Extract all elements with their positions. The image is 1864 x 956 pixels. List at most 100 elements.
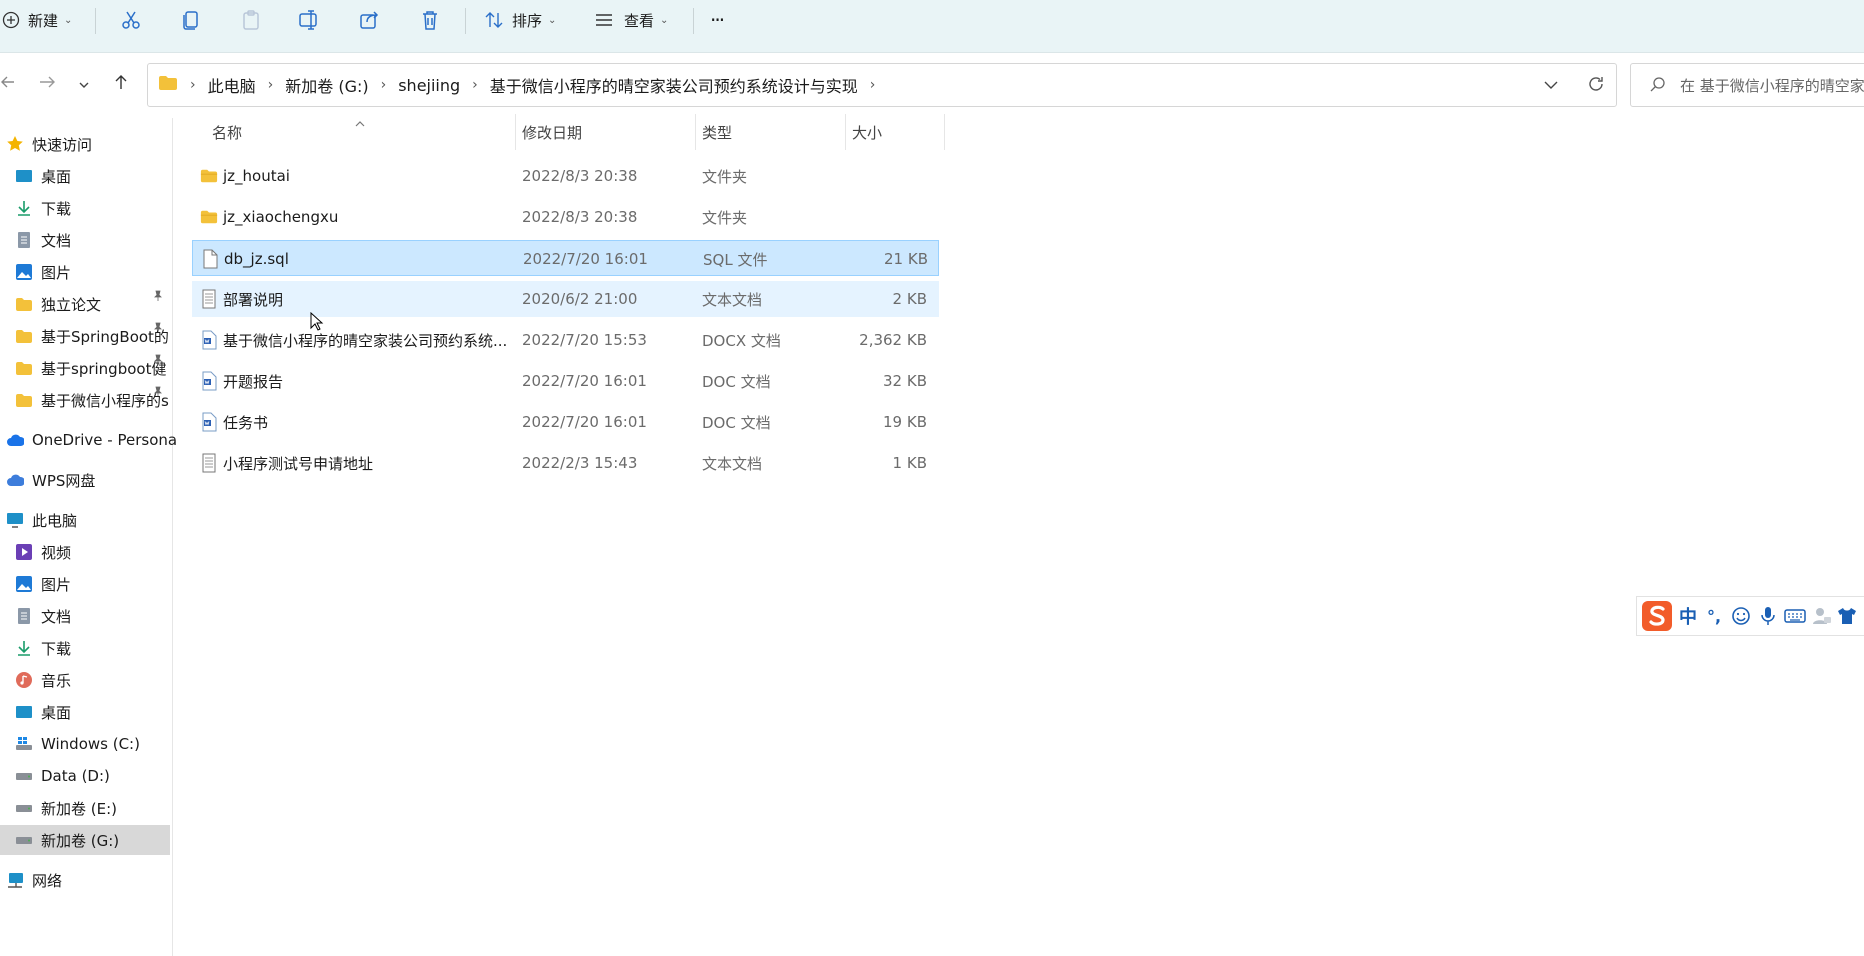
sogou-logo-icon[interactable]	[1639, 599, 1675, 633]
windows-drive-icon	[15, 735, 33, 753]
file-row[interactable]: 部署说明 2020/6/2 21:00 文本文档 2 KB	[192, 281, 939, 317]
search-box[interactable]: 在 基于微信小程序的晴空家装...	[1630, 63, 1864, 107]
rename-button[interactable]	[298, 0, 320, 40]
file-row[interactable]: jz_houtai 2022/8/3 20:38 文件夹	[192, 158, 939, 194]
sidebar-item-label: Data (D:)	[41, 767, 110, 785]
file-row[interactable]: jz_xiaochengxu 2022/8/3 20:38 文件夹	[192, 199, 939, 235]
file-name: 开题报告	[223, 372, 284, 391]
emoji-icon[interactable]	[1727, 606, 1755, 626]
breadcrumb-project-folder[interactable]: 基于微信小程序的晴空家装公司预约系统设计与实现	[490, 73, 858, 97]
sidebar-item-music[interactable]: 音乐	[15, 665, 185, 695]
new-button[interactable]: 新建 ⌄	[2, 0, 72, 40]
pictures-icon	[15, 575, 33, 593]
command-bar: 新建 ⌄ 排序 ⌄ 查看 ⌄ ···	[0, 0, 1864, 53]
sidebar-item-documents[interactable]: 文档	[15, 225, 185, 255]
address-history-dropdown[interactable]	[1543, 77, 1559, 96]
sidebar-item-drive-e[interactable]: 新加卷 (E:)	[15, 793, 185, 823]
computer-icon	[6, 511, 24, 529]
toolbar-divider	[95, 8, 96, 34]
sidebar-item-videos[interactable]: 视频	[15, 537, 185, 567]
sidebar-item-pictures[interactable]: 图片	[15, 257, 185, 287]
delete-button[interactable]	[419, 0, 441, 40]
sidebar-item-downloads[interactable]: 下载	[15, 633, 185, 663]
sidebar-item-folder[interactable]: 基于SpringBoot的	[15, 321, 185, 351]
videos-icon	[15, 543, 33, 561]
file-date: 2022/2/3 15:43	[522, 454, 638, 472]
sidebar-item-label: 视频	[41, 543, 72, 562]
more-options-button[interactable]: ···	[710, 0, 725, 40]
forward-button[interactable]	[36, 70, 58, 98]
column-header-type[interactable]: 类型	[702, 122, 732, 143]
column-divider[interactable]	[845, 114, 846, 150]
file-row[interactable]: 小程序测试号申请地址 2022/2/3 15:43 文本文档 1 KB	[192, 445, 939, 481]
ime-language-toggle[interactable]: 中	[1675, 603, 1701, 629]
ime-punctuation-toggle[interactable]: °,	[1701, 607, 1727, 626]
breadcrumb-this-pc[interactable]: 此电脑	[208, 73, 256, 97]
sidebar-item-label: 桌面	[41, 167, 72, 186]
file-row[interactable]: db_jz.sql 2022/7/20 16:01 SQL 文件 21 KB	[192, 240, 939, 276]
ime-toolbar: 中 °,	[1636, 596, 1864, 636]
sidebar-item-desktop[interactable]: 桌面	[15, 697, 185, 727]
file-name: db_jz.sql	[224, 250, 289, 268]
documents-icon	[15, 231, 33, 249]
text-file-icon	[200, 289, 218, 309]
keyboard-icon[interactable]	[1781, 608, 1809, 624]
sidebar-item-pictures[interactable]: 图片	[15, 569, 185, 599]
column-divider[interactable]	[695, 114, 696, 150]
file-size	[832, 158, 927, 194]
sidebar-item-documents[interactable]: 文档	[15, 601, 185, 631]
chevron-down-icon: ⌄	[64, 14, 73, 26]
sidebar-item-drive-g[interactable]: 新加卷 (G:)	[0, 825, 170, 855]
rename-icon	[298, 9, 320, 31]
paste-button[interactable]	[240, 0, 262, 40]
breadcrumb-chevron-icon: ›	[380, 77, 387, 93]
sidebar-item-onedrive[interactable]: OneDrive - Persona	[6, 425, 176, 455]
file-row[interactable]: 开题报告 2022/7/20 16:01 DOC 文档 32 KB	[192, 363, 939, 399]
sidebar-item-label: Windows (C:)	[41, 735, 140, 753]
sidebar-item-drive-d[interactable]: Data (D:)	[15, 761, 185, 791]
sidebar-item-folder[interactable]: 独立论文	[15, 289, 185, 319]
sidebar-item-downloads[interactable]: 下载	[15, 193, 185, 223]
sidebar-item-folder[interactable]: 基于微信小程序的s	[15, 385, 185, 415]
sidebar-item-drive-c[interactable]: Windows (C:)	[15, 729, 185, 759]
column-divider[interactable]	[515, 114, 516, 150]
view-button[interactable]: 查看 ⌄	[594, 0, 668, 40]
sidebar-item-folder[interactable]: 基于springboot健	[15, 353, 185, 383]
microphone-icon[interactable]	[1755, 606, 1781, 626]
sidebar-item-network[interactable]: 网络	[6, 865, 176, 895]
back-button[interactable]	[0, 70, 14, 98]
folder-icon	[158, 75, 178, 95]
file-type: DOC 文档	[702, 372, 771, 391]
column-header-date[interactable]: 修改日期	[522, 122, 582, 143]
sidebar-item-this-pc[interactable]: 此电脑	[6, 505, 176, 535]
column-header-name[interactable]: 名称	[212, 122, 242, 143]
file-size: 2,362 KB	[859, 331, 927, 349]
documents-icon	[15, 607, 33, 625]
sidebar-item-label: 基于SpringBoot的	[41, 327, 169, 346]
sidebar-item-quick-access[interactable]: 快速访问	[6, 129, 176, 159]
user-skin-icon[interactable]	[1809, 606, 1835, 626]
sidebar-item-wps[interactable]: WPS网盘	[6, 465, 176, 495]
sidebar-item-label: 图片	[41, 263, 72, 282]
recent-locations-button[interactable]	[76, 70, 92, 98]
breadcrumb-drive-g[interactable]: 新加卷 (G:)	[285, 73, 368, 97]
sort-button[interactable]: 排序 ⌄	[484, 0, 556, 40]
column-header-size[interactable]: 大小	[852, 122, 882, 143]
drive-icon	[15, 767, 33, 785]
address-bar[interactable]: › 此电脑 › 新加卷 (G:) › shejiing › 基于微信小程序的晴空…	[147, 63, 1617, 107]
chevron-down-icon: ⌄	[660, 14, 669, 26]
up-button[interactable]	[110, 70, 132, 98]
column-divider[interactable]	[944, 114, 945, 150]
share-button[interactable]	[358, 0, 380, 40]
refresh-icon[interactable]	[1586, 74, 1606, 98]
file-row[interactable]: 基于微信小程序的晴空家装公司预约系统... 2022/7/20 15:53 DOCX…	[192, 322, 939, 358]
copy-button[interactable]	[180, 0, 202, 40]
file-date: 2022/7/20 16:01	[522, 372, 647, 390]
sidebar-item-label: 独立论文	[41, 295, 102, 314]
sidebar-item-desktop[interactable]: 桌面	[15, 161, 185, 191]
cut-button[interactable]	[120, 0, 142, 40]
breadcrumb-shejiing[interactable]: shejiing	[398, 76, 460, 95]
tshirt-icon[interactable]	[1835, 606, 1859, 626]
file-name: 任务书	[223, 413, 269, 432]
file-row[interactable]: 任务书 2022/7/20 16:01 DOC 文档 19 KB	[192, 404, 939, 440]
